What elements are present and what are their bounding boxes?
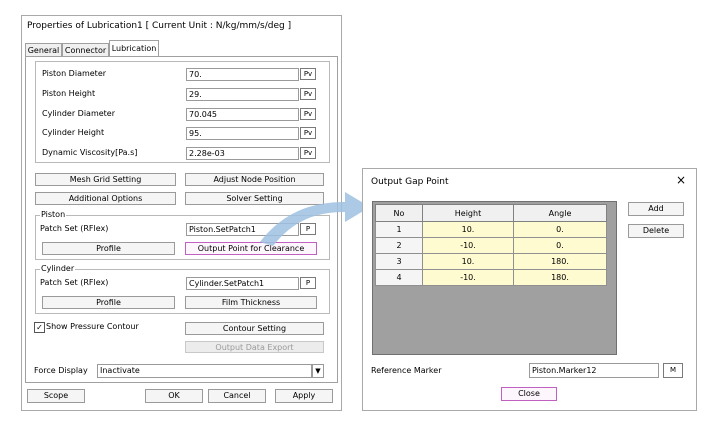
cylinder-patch-field[interactable]: Cylinder.SetPatch1 — [186, 277, 299, 290]
table-row[interactable]: 1 10. 0. — [375, 221, 607, 238]
piston-diameter-pv-button[interactable]: Pv — [300, 68, 316, 80]
output-data-export-button[interactable]: Output Data Export — [185, 341, 324, 353]
row-no: 1 — [375, 221, 423, 238]
piston-group-title: Piston — [40, 210, 67, 219]
table-row[interactable]: 3 10. 180. — [375, 253, 607, 270]
dialog-title: Properties of Lubrication1 [ Current Uni… — [27, 21, 292, 31]
cylinder-diameter-label: Cylinder Diameter — [42, 109, 116, 118]
row-no: 4 — [375, 269, 423, 286]
header-height: Height — [422, 204, 514, 222]
piston-height-label: Piston Height — [42, 89, 96, 98]
reference-marker-field[interactable]: Piston.Marker12 — [529, 363, 659, 378]
row-height[interactable]: -10. — [422, 269, 514, 286]
piston-diameter-label: Piston Diameter — [42, 69, 107, 78]
delete-button[interactable]: Delete — [628, 224, 684, 238]
cylinder-profile-button[interactable]: Profile — [42, 296, 175, 309]
row-height[interactable]: 10. — [422, 221, 514, 238]
gap-dialog-title: Output Gap Point — [371, 177, 449, 187]
cylinder-patch-label: Patch Set (RFlex) — [40, 278, 109, 287]
gap-table: No Height Angle 1 10. 0. 2 -10. 0. 3 10.… — [375, 204, 607, 286]
mesh-grid-setting-button[interactable]: Mesh Grid Setting — [35, 173, 176, 186]
show-pressure-checkbox[interactable]: ✓ — [34, 322, 45, 333]
header-no: No — [375, 204, 423, 222]
cylinder-patch-p-button[interactable]: P — [300, 277, 316, 289]
row-angle[interactable]: 0. — [513, 237, 607, 254]
piston-diameter-field[interactable]: 70. — [186, 68, 299, 81]
show-pressure-label: Show Pressure Contour — [46, 322, 139, 331]
reference-marker-label: Reference Marker — [371, 366, 442, 375]
piston-profile-button[interactable]: Profile — [42, 242, 175, 255]
close-icon[interactable]: × — [676, 173, 686, 187]
film-thickness-button[interactable]: Film Thickness — [185, 296, 317, 309]
arrow-icon — [260, 192, 370, 246]
row-angle[interactable]: 0. — [513, 221, 607, 238]
dynamic-viscosity-pv-button[interactable]: Pv — [300, 147, 316, 159]
table-row[interactable]: 4 -10. 180. — [375, 269, 607, 286]
dynamic-viscosity-label: Dynamic Viscosity[Pa.s] — [42, 148, 138, 157]
tab-lubrication[interactable]: Lubrication — [109, 40, 159, 57]
add-button[interactable]: Add — [628, 202, 684, 216]
ok-button[interactable]: OK — [145, 389, 203, 403]
table-header-row: No Height Angle — [375, 204, 607, 222]
tab-connector[interactable]: Connector — [62, 43, 109, 57]
apply-button[interactable]: Apply — [275, 389, 333, 403]
row-height[interactable]: 10. — [422, 253, 514, 270]
force-display-label: Force Display — [34, 366, 88, 375]
cylinder-height-pv-button[interactable]: Pv — [300, 127, 316, 139]
scope-button[interactable]: Scope — [27, 389, 85, 403]
cylinder-group-title: Cylinder — [40, 264, 76, 273]
header-angle: Angle — [513, 204, 607, 222]
tab-general[interactable]: General — [25, 43, 62, 57]
output-gap-point-dialog: Output Gap Point × No Height Angle 1 10.… — [362, 168, 697, 411]
cylinder-diameter-field[interactable]: 70.045 — [186, 108, 299, 121]
gap-table-panel: No Height Angle 1 10. 0. 2 -10. 0. 3 10.… — [372, 201, 617, 355]
dynamic-viscosity-field[interactable]: 2.28e-03 — [186, 147, 299, 160]
table-row[interactable]: 2 -10. 0. — [375, 237, 607, 254]
row-angle[interactable]: 180. — [513, 253, 607, 270]
chevron-down-icon[interactable]: ▼ — [312, 364, 324, 378]
cylinder-height-label: Cylinder Height — [42, 128, 105, 137]
contour-setting-button[interactable]: Contour Setting — [185, 322, 324, 335]
row-no: 3 — [375, 253, 423, 270]
row-angle[interactable]: 180. — [513, 269, 607, 286]
piston-height-field[interactable]: 29. — [186, 88, 299, 101]
piston-height-pv-button[interactable]: Pv — [300, 88, 316, 100]
cylinder-height-field[interactable]: 95. — [186, 127, 299, 140]
row-no: 2 — [375, 237, 423, 254]
cylinder-diameter-pv-button[interactable]: Pv — [300, 108, 316, 120]
force-display-select[interactable]: Inactivate — [97, 364, 312, 378]
reference-marker-m-button[interactable]: M — [663, 363, 683, 378]
cancel-button[interactable]: Cancel — [208, 389, 266, 403]
additional-options-button[interactable]: Additional Options — [35, 192, 176, 205]
close-button[interactable]: Close — [501, 387, 557, 401]
row-height[interactable]: -10. — [422, 237, 514, 254]
piston-patch-label: Patch Set (RFlex) — [40, 224, 109, 233]
